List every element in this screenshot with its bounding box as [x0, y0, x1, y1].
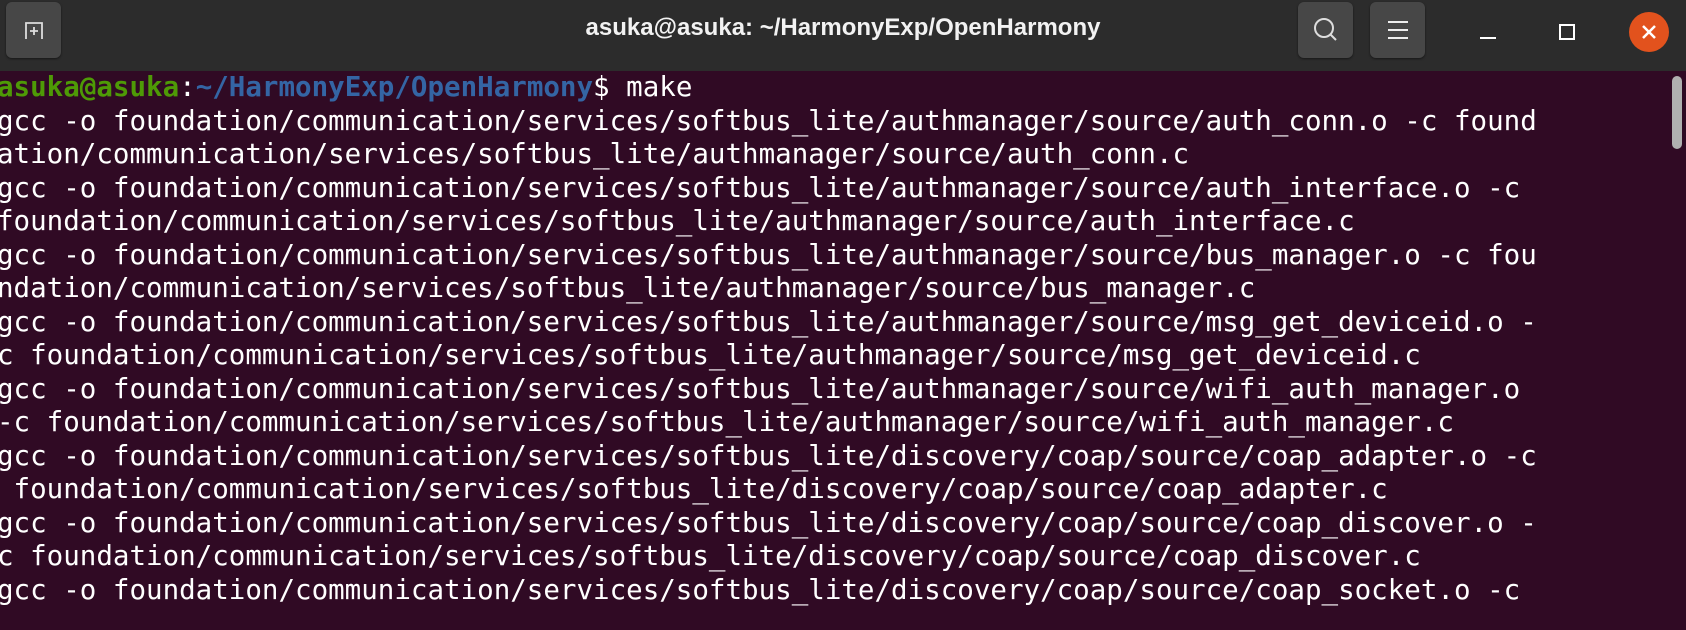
menu-button[interactable]: [1370, 2, 1425, 58]
maximize-icon: [1559, 24, 1575, 40]
output-line: foundation/communication/services/softbu…: [0, 473, 1388, 505]
output-line: gcc -o foundation/communication/services…: [0, 238, 1537, 271]
search-button[interactable]: [1298, 2, 1353, 58]
minimize-button[interactable]: [1468, 12, 1508, 52]
scrollbar-thumb[interactable]: [1672, 76, 1682, 149]
prompt-line: asuka@asuka:~/HarmonyExp/OpenHarmony$ ma…: [0, 71, 1667, 105]
prompt-user-host: asuka@asuka: [0, 71, 180, 103]
terminal-output[interactable]: asuka@asuka:~/HarmonyExp/OpenHarmony$ ma…: [0, 71, 1667, 630]
title-bar: asuka@asuka: ~/HarmonyExp/OpenHarmony: [0, 0, 1686, 71]
prompt-path: ~/HarmonyExp/OpenHarmony: [195, 71, 594, 103]
window-title: asuka@asuka: ~/HarmonyExp/OpenHarmony: [585, 14, 1101, 41]
prompt-command: make: [609, 71, 693, 103]
prompt-separator: :: [179, 71, 196, 103]
close-button[interactable]: [1629, 12, 1669, 52]
close-icon: [1642, 25, 1656, 39]
minimize-icon: [1480, 37, 1496, 39]
output-line: gcc -o foundation/communication/services…: [0, 506, 1537, 539]
output-line: foundation/communication/services/softbu…: [0, 205, 1355, 237]
output-line: gcc -o foundation/communication/services…: [0, 305, 1537, 338]
output-line: gcc -o foundation/communication/services…: [0, 439, 1537, 472]
search-icon: [1313, 18, 1337, 41]
output-line: ation/communication/services/softbus_lit…: [0, 138, 1190, 170]
hamburger-menu-icon: [1387, 21, 1408, 39]
output-line: gcc -o foundation/communication/services…: [0, 372, 1521, 405]
prompt-symbol: $: [593, 71, 610, 103]
maximize-button[interactable]: [1547, 12, 1587, 52]
output-line: gcc -o foundation/communication/services…: [0, 171, 1521, 204]
output-line: c foundation/communication/services/soft…: [0, 339, 1421, 371]
output-line: c foundation/communication/services/soft…: [0, 540, 1421, 572]
output-line: gcc -o foundation/communication/services…: [0, 104, 1537, 137]
output-line: gcc -o foundation/communication/services…: [0, 573, 1521, 606]
output-line: ndation/communication/services/softbus_l…: [0, 272, 1256, 304]
output-line: -c foundation/communication/services/sof…: [0, 406, 1454, 438]
